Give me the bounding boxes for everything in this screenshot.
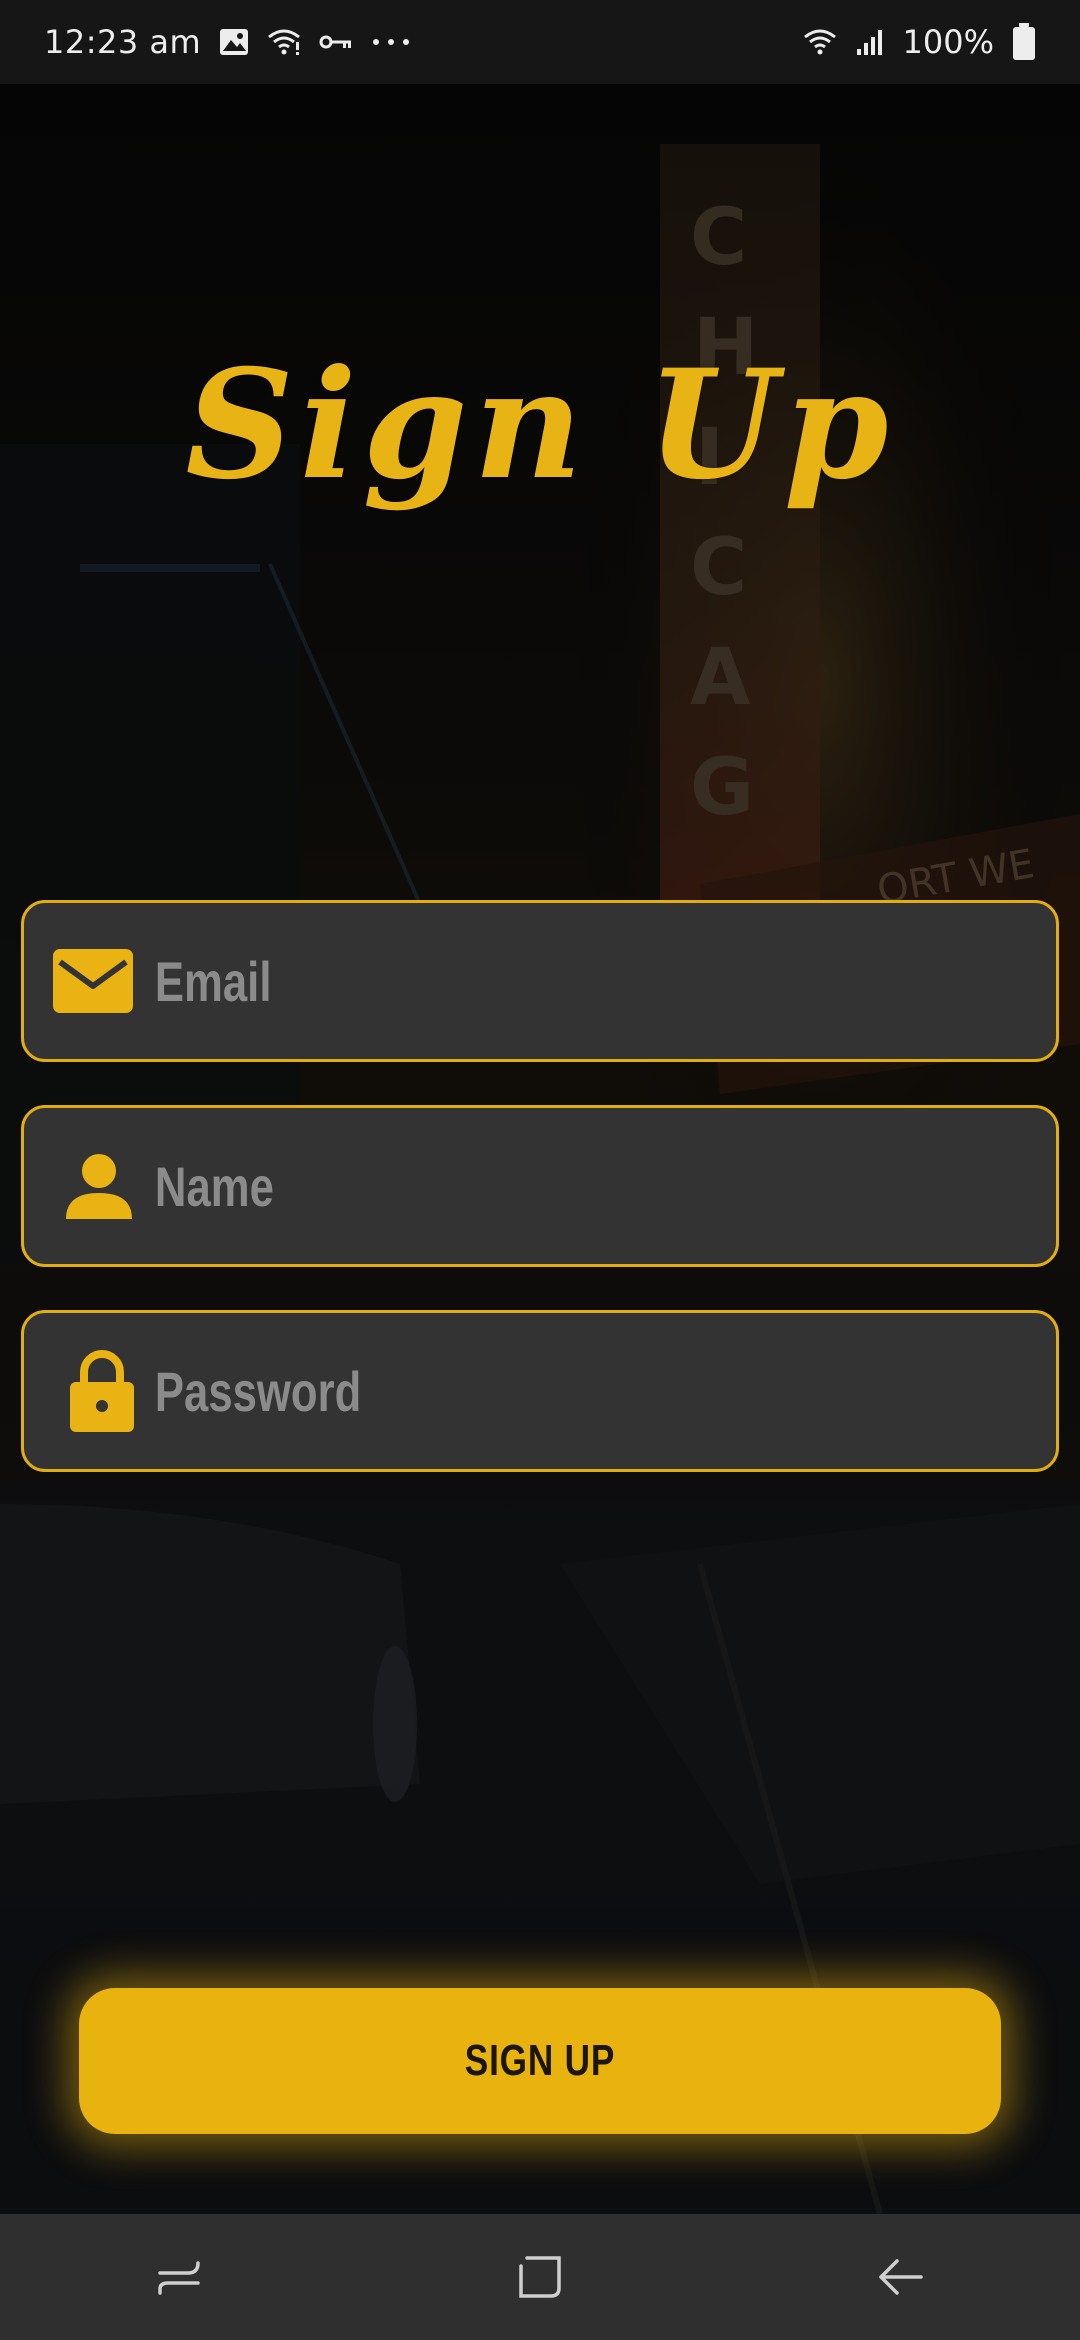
lock-icon: [24, 1313, 144, 1469]
email-field[interactable]: [21, 900, 1059, 1062]
sign-up-button-label: SIGN UP: [464, 2036, 616, 2085]
status-bar-left: 12:23 am: [44, 23, 411, 61]
back-icon[interactable]: [820, 2214, 980, 2340]
password-field[interactable]: [21, 1310, 1059, 1472]
person-icon: [24, 1108, 144, 1264]
name-input[interactable]: [144, 1153, 856, 1219]
status-bar-right: 100%: [803, 23, 1036, 61]
home-icon[interactable]: [460, 2214, 620, 2340]
sign-up-button[interactable]: SIGN UP: [79, 1988, 1001, 2134]
name-field[interactable]: [21, 1105, 1059, 1267]
title-area: Sign Up: [0, 310, 1080, 540]
battery-percent: 100%: [902, 23, 994, 61]
password-input[interactable]: [144, 1358, 856, 1424]
recent-apps-icon[interactable]: [100, 2214, 260, 2340]
navigation-bar: [0, 2214, 1080, 2340]
page-title: Sign Up: [185, 337, 895, 513]
wifi-icon: [803, 27, 837, 57]
more-dots-icon: [371, 37, 411, 47]
wifi-icon: [267, 27, 301, 57]
key-icon: [319, 33, 353, 51]
battery-icon: [1012, 23, 1036, 61]
svg-text:G: G: [690, 743, 754, 833]
status-bar: 12:23 am 100%: [0, 0, 1080, 84]
signal-icon: [855, 27, 885, 57]
svg-text:A: A: [690, 633, 750, 723]
status-time: 12:23 am: [44, 23, 202, 61]
image-icon: [219, 28, 249, 56]
svg-text:C: C: [690, 193, 747, 283]
envelope-icon: [24, 903, 144, 1059]
email-input[interactable]: [144, 948, 856, 1014]
